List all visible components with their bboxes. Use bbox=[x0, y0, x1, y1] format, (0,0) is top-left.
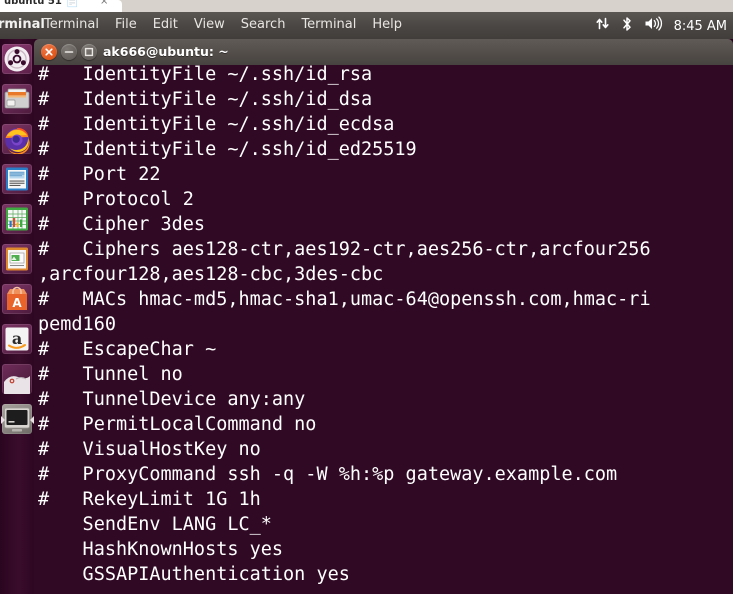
terminal-line: # IdentityFile ~/.ssh/id_dsa bbox=[38, 89, 373, 110]
launcher-item-firefox[interactable] bbox=[1, 124, 33, 156]
terminal-line: HashKnownHosts yes bbox=[38, 539, 284, 560]
browser-tab-label: ubuntu 51 bbox=[4, 0, 62, 7]
terminal-icon bbox=[4, 407, 30, 432]
launcher-item-files[interactable] bbox=[1, 84, 33, 116]
ubuntu-software-icon: A bbox=[7, 286, 27, 310]
terminal-line: # TunnelDevice any:any bbox=[38, 389, 306, 410]
launcher-item-libreoffice-calc[interactable] bbox=[1, 204, 33, 236]
terminal-line: # Tunnel no bbox=[38, 364, 183, 385]
clock[interactable]: 8:45 AM bbox=[674, 17, 727, 34]
launcher-item-ubuntu-software[interactable]: A bbox=[1, 284, 33, 316]
launcher-item-libreoffice-impress[interactable] bbox=[1, 244, 33, 276]
terminal-window: ak666@ubuntu: ~ # IdentityFile ~/.ssh/id… bbox=[34, 39, 733, 594]
terminal-line: pemd160 bbox=[38, 314, 116, 335]
terminal-output: # IdentityFile ~/.ssh/id_rsa # IdentityFi… bbox=[38, 65, 651, 587]
terminal-line: GSSAPIAuthentication yes bbox=[38, 564, 350, 585]
terminal-screen[interactable]: # IdentityFile ~/.ssh/id_rsa # IdentityFi… bbox=[34, 65, 733, 594]
firefox-icon bbox=[5, 128, 30, 154]
launcher-item-amazon[interactable]: a bbox=[1, 324, 33, 356]
terminal-line: SendEnv LANG LC_* bbox=[38, 514, 272, 535]
menu-view[interactable]: View bbox=[194, 17, 225, 32]
launcher-running-indicator bbox=[1, 416, 5, 424]
menu-terminal-app[interactable]: Terminal bbox=[44, 17, 99, 32]
terminal-line: # VisualHostKey no bbox=[38, 439, 261, 460]
page-icon: 📄 bbox=[66, 0, 79, 8]
bluetooth-icon[interactable] bbox=[621, 16, 633, 36]
svg-text:A: A bbox=[12, 296, 22, 310]
indicator-area: 8:45 AM bbox=[595, 15, 727, 36]
menu-terminal[interactable]: Terminal bbox=[301, 17, 356, 32]
launcher-item-help[interactable] bbox=[1, 364, 33, 396]
libreoffice-impress-icon bbox=[6, 247, 28, 271]
window-title: ak666@ubuntu: ~ bbox=[103, 44, 229, 59]
launcher-item-ubuntu-dash[interactable] bbox=[1, 44, 33, 76]
terminal-line: # EscapeChar ~ bbox=[38, 339, 217, 360]
launcher-item-libreoffice-writer[interactable] bbox=[1, 164, 33, 196]
terminal-line: # ProxyCommand ssh -q -W %h:%p gateway.e… bbox=[38, 464, 618, 485]
terminal-line: # MACs hmac-md5,hmac-sha1,umac-64@openss… bbox=[38, 289, 651, 310]
volume-icon[interactable] bbox=[644, 16, 663, 35]
menu-help[interactable]: Help bbox=[372, 17, 402, 32]
browser-tab[interactable]: ubuntu 51 📄 × bbox=[0, 0, 122, 12]
menu-search[interactable]: Search bbox=[241, 17, 286, 32]
menu-bar: Terminal File Edit View Search Terminal … bbox=[44, 17, 402, 32]
files-icon bbox=[4, 88, 30, 109]
terminal-line: # Port 22 bbox=[38, 164, 161, 185]
menu-edit[interactable]: Edit bbox=[153, 17, 178, 32]
network-transfer-icon[interactable] bbox=[595, 16, 610, 35]
terminal-line: # IdentityFile ~/.ssh/id_ed25519 bbox=[38, 139, 417, 160]
close-icon[interactable]: × bbox=[100, 0, 108, 7]
active-app-name: Terminal bbox=[0, 17, 45, 32]
menu-file[interactable]: File bbox=[115, 17, 137, 32]
libreoffice-writer-icon bbox=[6, 167, 28, 191]
launcher-item-terminal[interactable] bbox=[1, 404, 34, 436]
ubuntu-dash-icon bbox=[4, 46, 30, 72]
terminal-line: # IdentityFile ~/.ssh/id_rsa bbox=[38, 65, 373, 85]
terminal-line: # RekeyLimit 1G 1h bbox=[38, 489, 261, 510]
top-panel: Terminal Terminal File Edit View Search … bbox=[0, 12, 733, 39]
terminal-line: ,arcfour128,aes128-cbc,3des-cbc bbox=[38, 264, 384, 285]
libreoffice-calc-icon bbox=[6, 207, 28, 231]
terminal-line: # Protocol 2 bbox=[38, 189, 194, 210]
terminal-line: # IdentityFile ~/.ssh/id_ecdsa bbox=[38, 114, 395, 135]
terminal-line: # Cipher 3des bbox=[38, 214, 206, 235]
browser-tab-strip: ubuntu 51 📄 × bbox=[0, 0, 733, 12]
svg-text:a: a bbox=[12, 329, 22, 348]
help-icon bbox=[4, 376, 30, 394]
window-titlebar[interactable]: ak666@ubuntu: ~ bbox=[34, 39, 733, 65]
unity-launcher: A a bbox=[0, 39, 34, 594]
amazon-icon: a bbox=[5, 327, 29, 351]
terminal-line: # PermitLocalCommand no bbox=[38, 414, 317, 435]
terminal-line: # Ciphers aes128-ctr,aes192-ctr,aes256-c… bbox=[38, 239, 651, 260]
